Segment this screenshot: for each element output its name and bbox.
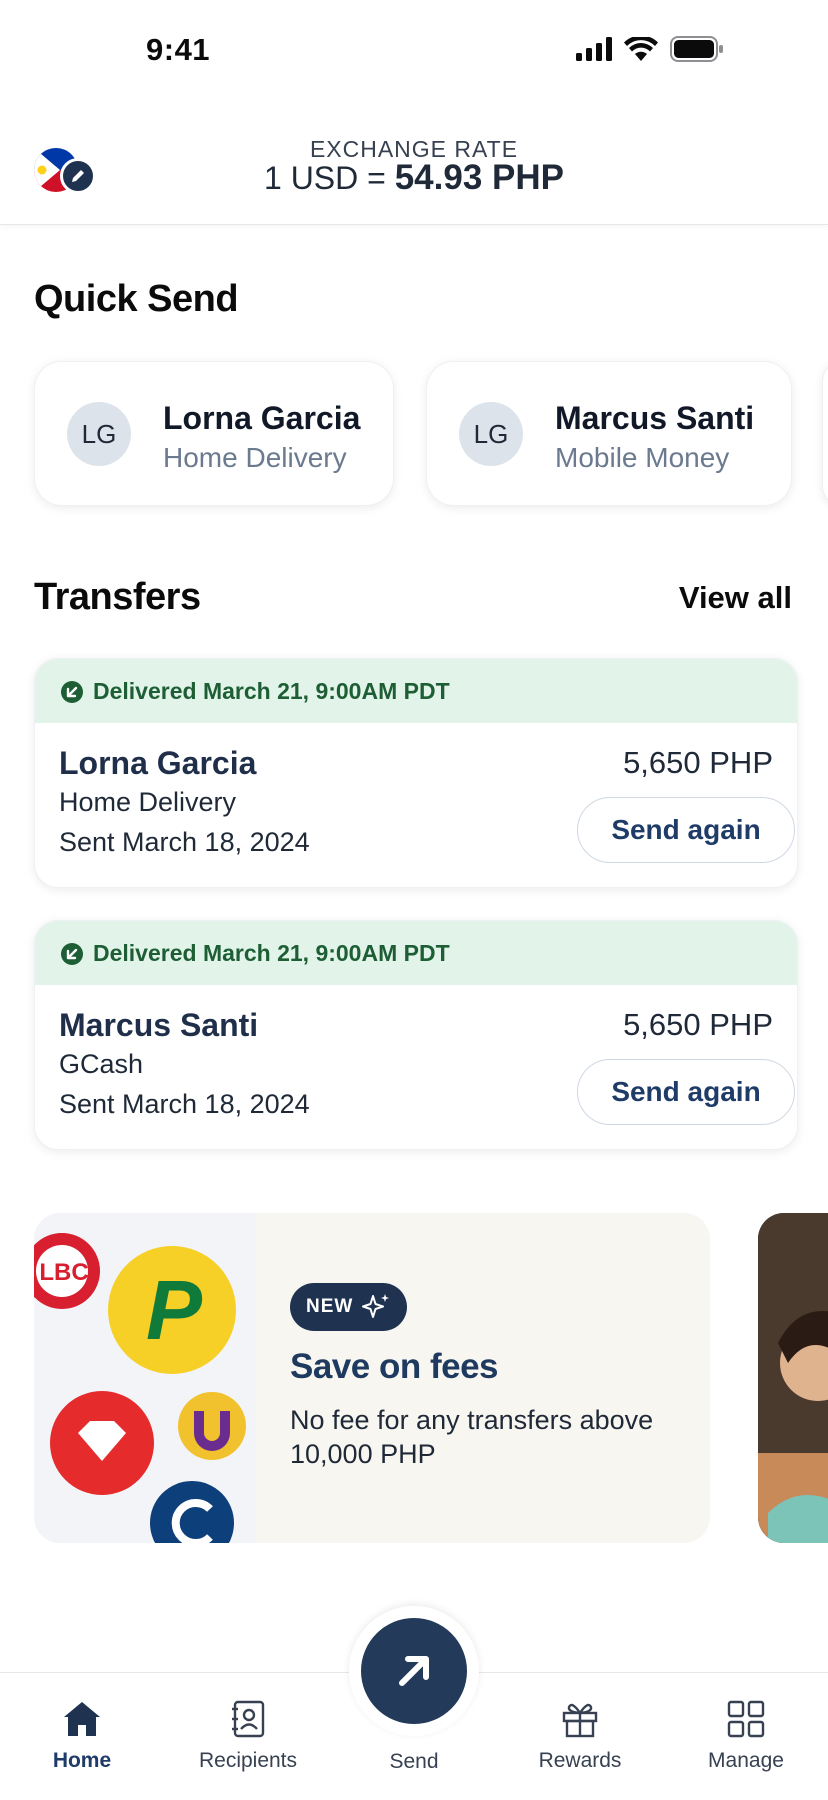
- partner-logos-icon: LBC P: [34, 1233, 246, 1543]
- home-icon: [64, 1702, 100, 1736]
- p-logo-text: P: [146, 1263, 203, 1357]
- transfer-method: GCash: [59, 1049, 144, 1079]
- new-badge: NEW: [290, 1283, 408, 1331]
- grid-icon: [727, 1700, 765, 1738]
- quick-send-title: Quick Send: [34, 278, 239, 320]
- transfer-recipient-name: Marcus Santi: [59, 1007, 259, 1043]
- promo-description: No fee for any transfers above 10,000 PH…: [290, 1405, 654, 1469]
- exchange-rate-amount: 54.93 PHP: [394, 158, 564, 197]
- avatar: LG: [459, 402, 523, 466]
- recipient-name: Marcus Santi: [555, 400, 755, 436]
- nav-manage[interactable]: Manage: [666, 1697, 826, 1773]
- view-all-link[interactable]: View all: [679, 580, 792, 616]
- contacts-icon: [232, 1700, 265, 1738]
- exchange-rate-prefix: 1 USD =: [264, 160, 395, 196]
- status-icons: [576, 36, 724, 62]
- delivery-method: Mobile Money: [555, 442, 730, 473]
- transfer-card[interactable]: Delivered March 21, 9:00AM PDT Lorna Gar…: [34, 658, 798, 888]
- avatar: LG: [67, 402, 131, 466]
- delivered-status: Delivered March 21, 9:00AM PDT: [93, 678, 450, 704]
- status-time: 9:41: [146, 32, 211, 67]
- send-again-button[interactable]: Send again: [577, 1059, 795, 1125]
- sparkle-icon: [362, 1294, 390, 1318]
- transfer-card[interactable]: Delivered March 21, 9:00AM PDT Marcus Sa…: [34, 920, 798, 1150]
- quick-send-card[interactable]: LG Lorna Garcia Home Delivery: [34, 361, 394, 506]
- nav-rewards-label: Rewards: [538, 1749, 622, 1772]
- transfers-title: Transfers: [34, 576, 201, 618]
- lbc-logo-text: LBC: [39, 1259, 88, 1286]
- nav-send-label: Send: [389, 1750, 439, 1773]
- battery-icon: [670, 36, 723, 62]
- delivery-method: Home Delivery: [163, 442, 347, 473]
- status-bar: 9:41: [0, 0, 828, 100]
- promo-card[interactable]: LBC P NEW Save on fees No fee for any tr…: [34, 1213, 710, 1543]
- family-photo-icon: [758, 1213, 828, 1543]
- nav-manage-label: Manage: [708, 1749, 784, 1772]
- nav-recipients-label: Recipients: [198, 1749, 298, 1772]
- transfer-recipient-name: Lorna Garcia: [59, 745, 257, 781]
- signal-icon: [576, 37, 612, 61]
- send-button[interactable]: [361, 1618, 467, 1724]
- transfer-amount: 5,650 PHP: [623, 1007, 773, 1042]
- quick-send-card[interactable]: LG Marcus Santi Mobile Money: [426, 361, 792, 506]
- gift-icon: [562, 1703, 598, 1738]
- transfer-amount: 5,650 PHP: [623, 745, 773, 780]
- transfer-method: Home Delivery: [59, 787, 237, 817]
- nav-home[interactable]: Home: [2, 1697, 162, 1773]
- quick-send-card-peek[interactable]: [822, 361, 828, 506]
- nav-rewards[interactable]: Rewards: [500, 1697, 660, 1773]
- promo-title: Save on fees: [290, 1347, 499, 1386]
- delivered-status: Delivered March 21, 9:00AM PDT: [93, 940, 450, 966]
- delivered-banner: Delivered March 21, 9:00AM PDT: [35, 659, 797, 723]
- send-again-button[interactable]: Send again: [577, 797, 795, 863]
- send-arrow-icon: [399, 1656, 429, 1686]
- new-badge-label: NEW: [306, 1296, 354, 1317]
- wifi-icon: [624, 37, 658, 61]
- delivered-check-icon: [61, 943, 83, 965]
- nav-recipients[interactable]: Recipients: [168, 1697, 328, 1773]
- transfer-sent-date: Sent March 18, 2024: [59, 1089, 310, 1119]
- delivered-check-icon: [61, 681, 83, 703]
- partner-logos: LBC P: [34, 1213, 256, 1543]
- transfer-sent-date: Sent March 18, 2024: [59, 827, 310, 857]
- exchange-rate-header: EXCHANGE RATE 1 USD = 54.93 PHP: [0, 100, 828, 225]
- nav-home-label: Home: [52, 1749, 112, 1772]
- exchange-rate-value: 1 USD = 54.93 PHP: [0, 158, 828, 198]
- recipient-name: Lorna Garcia: [163, 400, 361, 436]
- next-promo-card[interactable]: [758, 1213, 828, 1543]
- delivered-banner: Delivered March 21, 9:00AM PDT: [35, 921, 797, 985]
